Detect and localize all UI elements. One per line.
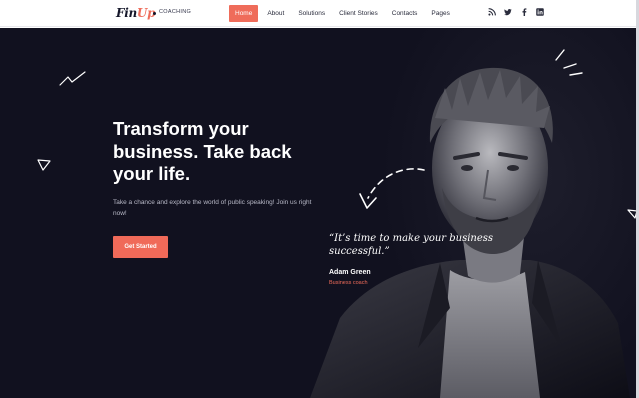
nav-item-home[interactable]: Home	[229, 5, 259, 22]
hero-subtitle: Take a chance and explore the world of p…	[113, 199, 312, 217]
triangle-decoration-icon	[37, 159, 51, 171]
quote-author-name: Adam Green	[329, 269, 371, 276]
get-started-button[interactable]: Get Started	[113, 236, 168, 258]
logo[interactable]: FinUp	[116, 6, 155, 20]
logo-main: Fin	[116, 6, 137, 20]
facebook-icon[interactable]	[520, 8, 528, 16]
hero-title: Transform your business. Take back your …	[113, 118, 292, 184]
nav-item-solutions[interactable]: Solutions	[293, 5, 330, 22]
quote-author-role: Business coach	[329, 280, 368, 286]
dashed-arrow-icon	[359, 168, 425, 209]
rss-icon[interactable]	[488, 8, 496, 16]
hero-section: Transform your business. Take back your …	[0, 28, 639, 398]
nav-item-client-stories[interactable]: Client Stories	[334, 5, 383, 22]
coach-portrait-image	[310, 67, 630, 398]
nav-item-about[interactable]: About	[262, 5, 289, 22]
twitter-icon[interactable]	[504, 8, 512, 16]
nav-item-pages[interactable]: Pages	[426, 5, 454, 22]
nav-item-contacts[interactable]: Contacts	[387, 5, 423, 22]
site-header: FinUp COACHING Home About Solutions Clie…	[0, 0, 639, 27]
zigzag-decoration-icon	[59, 71, 86, 86]
logo-tagline: COACHING	[159, 9, 192, 15]
main-nav: Home About Solutions Client Stories Cont…	[229, 5, 459, 22]
logo-separator-dot	[153, 12, 156, 15]
coach-quote: “It’s time to make your business success…	[329, 233, 494, 257]
social-links	[488, 8, 544, 16]
sparkle-lines-icon	[555, 49, 583, 76]
linkedin-icon[interactable]	[536, 8, 544, 16]
